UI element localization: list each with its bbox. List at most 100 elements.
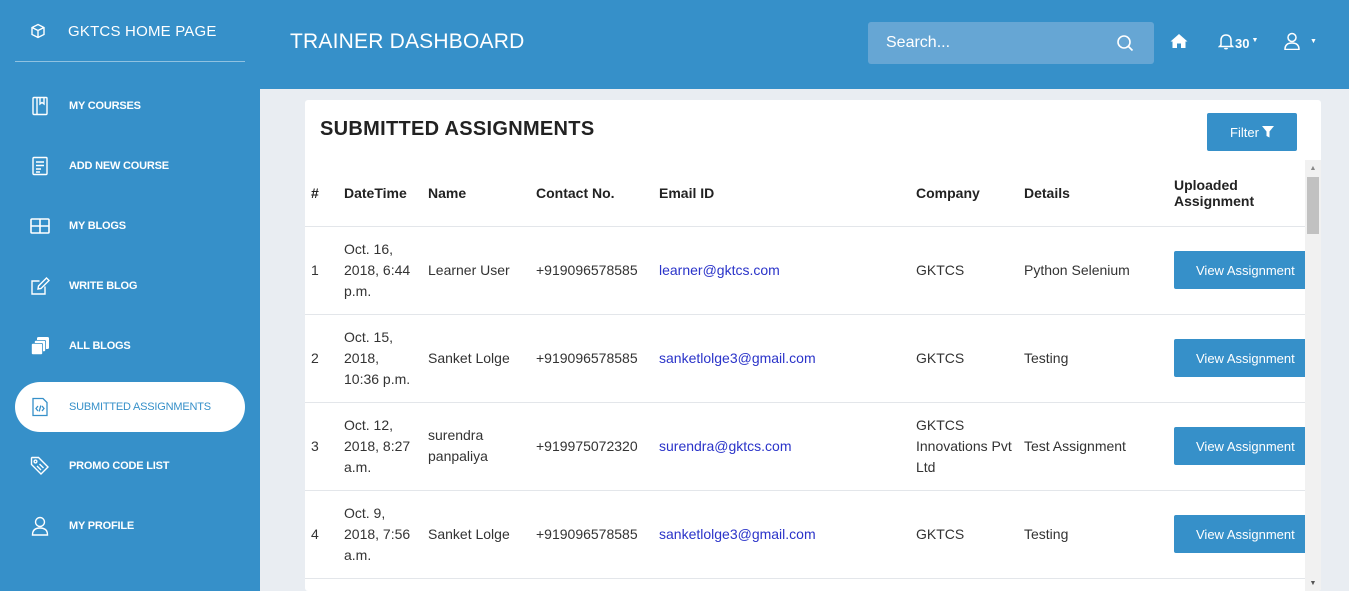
- column-header: Uploaded Assignment: [1168, 160, 1305, 227]
- sidebar-item-promo-code-list[interactable]: PROMO CODE LIST: [15, 441, 245, 491]
- row-number: 3: [305, 402, 338, 491]
- sidebar-item-add-new-course[interactable]: ADD NEW COURSE: [15, 141, 245, 191]
- row-email-cell: learner@gktcs.com: [653, 226, 910, 315]
- sidebar-item-label: ALL BLOGS: [69, 340, 131, 352]
- row-action-cell: View Assignment: [1168, 226, 1305, 315]
- user-icon: [1284, 32, 1300, 55]
- row-action-cell: View Assignment: [1168, 490, 1305, 579]
- column-header: Company: [910, 160, 1018, 227]
- row-name: Sanket Lolge: [422, 490, 530, 579]
- row-email-link[interactable]: learner@gktcs.com: [659, 262, 780, 278]
- sidebar: GKTCS HOME PAGE MY COURSES ADD NEW COURS…: [0, 0, 260, 591]
- row-email-cell: sanketlolge3@gmail.com: [653, 490, 910, 579]
- row-number: 4: [305, 490, 338, 579]
- brand-title: GKTCS HOME PAGE: [68, 22, 217, 40]
- column-header: #: [305, 160, 338, 227]
- home-icon: [1170, 33, 1188, 54]
- row-email-link[interactable]: surendra@gktcs.com: [659, 438, 791, 454]
- row-company: GKTCS: [910, 226, 1018, 315]
- row-name: Sanket Lolge: [422, 314, 530, 403]
- sidebar-item-label: SUBMITTED ASSIGNMENTS: [69, 401, 211, 413]
- row-email-link[interactable]: sanketlolge3@gmail.com: [659, 526, 816, 542]
- bell-icon: [1217, 32, 1235, 55]
- assignments-table: # DateTime Name Contact No. Email ID Com…: [305, 160, 1305, 579]
- search-bar: [868, 22, 1154, 64]
- row-email-cell: surendra@gktcs.com: [653, 402, 910, 491]
- view-assignment-button[interactable]: View Assignment: [1174, 515, 1305, 553]
- edit-icon: [29, 275, 51, 297]
- view-assignment-button[interactable]: View Assignment: [1174, 427, 1305, 465]
- view-assignment-button[interactable]: View Assignment: [1174, 251, 1305, 289]
- view-assignment-button[interactable]: View Assignment: [1174, 339, 1305, 377]
- column-header: Name: [422, 160, 530, 227]
- search-icon[interactable]: [1116, 33, 1136, 53]
- sidebar-item-label: MY BLOGS: [69, 220, 126, 232]
- row-datetime: Oct. 12, 2018, 8:27 a.m.: [338, 402, 422, 491]
- chevron-down-icon: ▼: [1251, 37, 1259, 44]
- sidebar-item-label: MY PROFILE: [69, 520, 135, 532]
- row-company: GKTCS Innovations Pvt Ltd: [910, 402, 1018, 491]
- user-icon: [29, 515, 51, 537]
- stack-icon: [29, 335, 51, 357]
- home-button[interactable]: [1168, 32, 1190, 54]
- tag-icon: [29, 455, 51, 477]
- topbar: TRAINER DASHBOARD 30 ▼ ▼: [260, 0, 1349, 89]
- scroll-down-icon[interactable]: ▼: [1305, 575, 1321, 591]
- sidebar-item-all-blogs[interactable]: ALL BLOGS: [15, 321, 245, 371]
- row-email-cell: sanketlolge3@gmail.com: [653, 314, 910, 403]
- sidebar-item-my-profile[interactable]: MY PROFILE: [15, 501, 245, 551]
- table-row: 1 Oct. 16, 2018, 6:44 p.m. Learner User …: [305, 226, 1305, 315]
- user-menu-button[interactable]: ▼: [1284, 32, 1317, 55]
- funnel-icon: [1261, 126, 1274, 138]
- column-header: Contact No.: [530, 160, 653, 227]
- row-action-cell: View Assignment: [1168, 314, 1305, 403]
- page-title: TRAINER DASHBOARD: [290, 30, 525, 53]
- cube-icon: [30, 22, 48, 40]
- row-number: 2: [305, 314, 338, 403]
- grid-icon: [29, 215, 51, 237]
- table-scrollbar[interactable]: ▲ ▼: [1305, 160, 1321, 591]
- card-title: SUBMITTED ASSIGNMENTS: [320, 118, 595, 140]
- sidebar-item-label: WRITE BLOG: [69, 280, 138, 292]
- row-contact: +919096578585: [530, 314, 653, 403]
- sidebar-item-submitted-assignments[interactable]: SUBMITTED ASSIGNMENTS: [15, 382, 245, 432]
- brand-link[interactable]: GKTCS HOME PAGE: [0, 0, 260, 62]
- sidebar-item-label: MY COURSES: [69, 100, 141, 112]
- row-datetime: Oct. 15, 2018, 10:36 p.m.: [338, 314, 422, 403]
- scroll-up-icon[interactable]: ▲: [1305, 160, 1321, 176]
- row-contact: +919096578585: [530, 490, 653, 579]
- table-header-row: # DateTime Name Contact No. Email ID Com…: [305, 160, 1305, 227]
- column-header: Email ID: [653, 160, 910, 227]
- sidebar-item-my-courses[interactable]: MY COURSES: [15, 81, 245, 131]
- search-input[interactable]: [886, 34, 1116, 52]
- sidebar-item-my-blogs[interactable]: MY BLOGS: [15, 201, 245, 251]
- column-header: Details: [1018, 160, 1168, 227]
- book-icon: [29, 95, 51, 117]
- row-company: GKTCS: [910, 314, 1018, 403]
- table-row: 3 Oct. 12, 2018, 8:27 a.m. surendra panp…: [305, 402, 1305, 491]
- filter-button[interactable]: Filter: [1207, 113, 1297, 151]
- row-details: Testing: [1018, 314, 1168, 403]
- assignments-card: SUBMITTED ASSIGNMENTS Filter # DateTime …: [305, 100, 1321, 591]
- row-details: Python Selenium: [1018, 226, 1168, 315]
- row-contact: +919975072320: [530, 402, 653, 491]
- assignments-table-wrap: # DateTime Name Contact No. Email ID Com…: [305, 160, 1305, 591]
- row-contact: +919096578585: [530, 226, 653, 315]
- scrollbar-thumb[interactable]: [1307, 177, 1319, 234]
- sidebar-item-write-blog[interactable]: WRITE BLOG: [15, 261, 245, 311]
- row-name: Learner User: [422, 226, 530, 315]
- column-header: DateTime: [338, 160, 422, 227]
- row-datetime: Oct. 9, 2018, 7:56 a.m.: [338, 490, 422, 579]
- row-company: GKTCS: [910, 490, 1018, 579]
- sidebar-item-label: PROMO CODE LIST: [69, 460, 170, 472]
- sidebar-item-label: ADD NEW COURSE: [69, 160, 169, 172]
- code-file-icon: [29, 396, 51, 418]
- row-email-link[interactable]: sanketlolge3@gmail.com: [659, 350, 816, 366]
- row-name: surendra panpaliya: [422, 402, 530, 491]
- row-datetime: Oct. 16, 2018, 6:44 p.m.: [338, 226, 422, 315]
- table-row: 2 Oct. 15, 2018, 10:36 p.m. Sanket Lolge…: [305, 314, 1305, 403]
- row-action-cell: View Assignment: [1168, 402, 1305, 491]
- notifications-button[interactable]: 30 ▼: [1217, 32, 1259, 55]
- row-details: Testing: [1018, 490, 1168, 579]
- divider: [15, 61, 245, 62]
